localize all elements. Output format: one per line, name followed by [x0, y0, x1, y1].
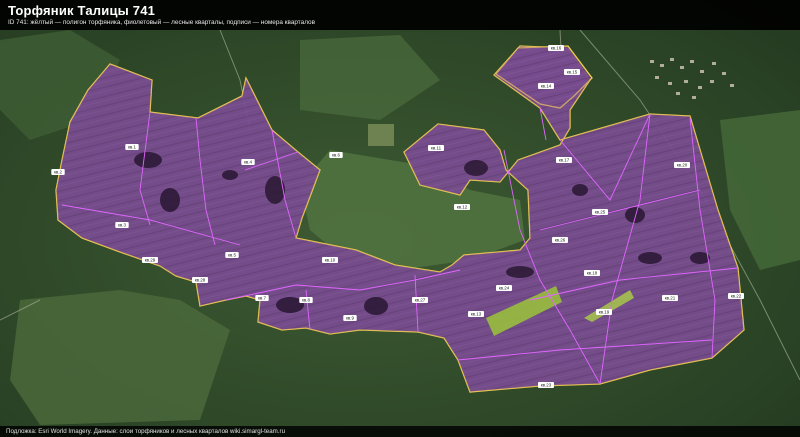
quarter-label: кв.12: [454, 204, 470, 210]
quarter-label-text: кв.27: [415, 298, 426, 303]
quarter-label: кв.14: [538, 83, 554, 89]
quarter-label: кв.21: [662, 295, 678, 301]
quarter-label: кв.25: [592, 209, 608, 215]
quarter-label: кв.26: [552, 237, 568, 243]
quarter-label: кв.27: [412, 297, 428, 303]
quarter-label: кв.11: [428, 145, 444, 151]
quarter-label-text: кв.6: [332, 153, 341, 158]
quarter-label: кв.8: [299, 297, 313, 303]
quarter-label-text: кв.8: [302, 298, 311, 303]
quarter-label: кв.15: [564, 69, 580, 75]
quarter-label-text: кв.15: [567, 70, 578, 75]
quarter-label-text: кв.28: [195, 278, 206, 283]
quarter-label-text: кв.10: [325, 258, 336, 263]
quarter-label: кв.2: [51, 169, 65, 175]
quarter-label: кв.1: [125, 144, 139, 150]
clearing-bottom: [10, 290, 230, 425]
quarter-label-text: кв.9: [346, 316, 355, 321]
map-subtitle: ID 741: жёлтый — полигон торфяника, фиол…: [8, 19, 315, 26]
quarter-label-text: кв.13: [471, 312, 482, 317]
clearing-patch: [368, 124, 394, 146]
quarter-label: кв.3: [115, 222, 129, 228]
quarter-label-text: кв.1: [128, 145, 137, 150]
quarter-label-text: кв.17: [559, 158, 570, 163]
quarter-label-text: кв.20: [677, 163, 688, 168]
quarter-label-text: кв.14: [541, 84, 552, 89]
quarter-label: кв.6: [329, 152, 343, 158]
quarter-label: кв.19: [596, 309, 612, 315]
quarter-label-text: кв.11: [431, 146, 442, 151]
quarter-label: кв.20: [674, 162, 690, 168]
satellite-map[interactable]: кв.1 кв.2 кв.3 кв.4 кв.5 кв.6 кв.7 кв.8 кв.9 кв.1…: [0, 0, 800, 437]
quarter-label-text: кв.21: [665, 296, 676, 301]
quarter-label: кв.13: [468, 311, 484, 317]
quarter-label-text: кв.7: [258, 296, 267, 301]
quarter-label-text: кв.12: [457, 205, 468, 210]
quarter-label: кв.4: [241, 159, 255, 165]
quarter-label-text: кв.18: [587, 271, 598, 276]
quarter-label: кв.10: [322, 257, 338, 263]
title-bar: Торфяник Талицы 741 ID 741: жёлтый — пол…: [0, 0, 800, 30]
quarter-label-text: кв.19: [599, 310, 610, 315]
quarter-label-text: кв.26: [555, 238, 566, 243]
map-title: Торфяник Талицы 741: [8, 3, 156, 18]
quarter-label: кв.24: [496, 285, 512, 291]
quarter-label: кв.18: [584, 270, 600, 276]
quarter-label-text: кв.3: [118, 223, 127, 228]
attribution-footer: Подложка: Esri World Imagery. Данные: сл…: [0, 426, 800, 437]
quarter-label: кв.17: [556, 157, 572, 163]
quarter-label: кв.29: [142, 257, 158, 263]
quarter-label-text: кв.29: [145, 258, 156, 263]
quarter-label-text: кв.23: [541, 383, 552, 388]
quarter-label-text: кв.22: [731, 294, 742, 299]
quarter-label: кв.28: [192, 277, 208, 283]
quarter-label: кв.9: [343, 315, 357, 321]
quarter-label-text: кв.2: [54, 170, 63, 175]
quarter-label-text: кв.24: [499, 286, 510, 291]
quarter-label: кв.23: [538, 382, 554, 388]
quarter-label-text: кв.16: [551, 46, 562, 51]
quarter-label: кв.5: [225, 252, 239, 258]
quarter-label-text: кв.4: [244, 160, 253, 165]
quarter-label-text: кв.25: [595, 210, 606, 215]
quarter-label: кв.7: [255, 295, 269, 301]
quarter-label: кв.16: [548, 45, 564, 51]
quarter-label-text: кв.5: [228, 253, 237, 258]
quarter-label: кв.22: [728, 293, 744, 299]
